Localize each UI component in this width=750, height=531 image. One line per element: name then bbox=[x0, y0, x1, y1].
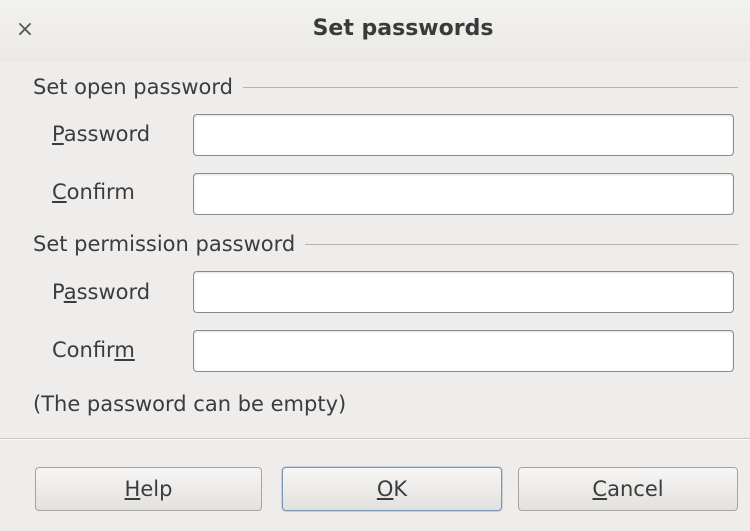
open-password-section-label: Set open password bbox=[33, 75, 233, 99]
mnemonic-letter: a bbox=[63, 280, 77, 304]
label-pre: P bbox=[52, 280, 64, 304]
dialog-title: Set passwords bbox=[312, 16, 494, 41]
mnemonic-letter: P bbox=[52, 122, 64, 146]
ok-button[interactable]: OK bbox=[282, 467, 502, 511]
open-password-input[interactable] bbox=[193, 114, 734, 156]
mnemonic-letter: C bbox=[592, 477, 608, 501]
mnemonic-letter: m bbox=[114, 338, 135, 362]
permission-confirm-label: Confirm bbox=[52, 338, 135, 362]
permission-password-section-header: Set permission password bbox=[33, 229, 738, 259]
permission-password-section-label: Set permission password bbox=[33, 232, 296, 256]
open-password-section-header: Set open password bbox=[33, 72, 738, 102]
mnemonic-letter: H bbox=[124, 477, 141, 501]
open-confirm-input[interactable] bbox=[193, 173, 734, 215]
open-confirm-label: Confirm bbox=[52, 180, 135, 204]
open-password-label: Password bbox=[52, 122, 150, 146]
title-bar: × Set passwords bbox=[0, 0, 750, 62]
label-pre: Confir bbox=[52, 338, 115, 362]
cancel-button[interactable]: Cancel bbox=[518, 467, 738, 511]
permission-confirm-input[interactable] bbox=[193, 330, 734, 372]
button-label-rest: K bbox=[393, 477, 408, 501]
mnemonic-letter: C bbox=[52, 180, 67, 204]
help-button[interactable]: Help bbox=[35, 467, 262, 511]
button-area-separator-highlight bbox=[0, 439, 750, 440]
section-divider bbox=[305, 243, 738, 245]
permission-password-label: Password bbox=[52, 280, 150, 304]
section-divider bbox=[242, 86, 738, 88]
button-label-rest: elp bbox=[140, 477, 173, 501]
set-passwords-dialog: × Set passwords Set open password Passwo… bbox=[0, 0, 750, 531]
label-rest: onfirm bbox=[66, 180, 135, 204]
label-rest: ssword bbox=[76, 280, 151, 304]
button-label-rest: ancel bbox=[607, 477, 664, 501]
permission-password-input[interactable] bbox=[193, 271, 734, 313]
mnemonic-letter: O bbox=[376, 477, 394, 501]
empty-password-hint: (The password can be empty) bbox=[33, 392, 347, 416]
label-rest: assword bbox=[63, 122, 151, 146]
